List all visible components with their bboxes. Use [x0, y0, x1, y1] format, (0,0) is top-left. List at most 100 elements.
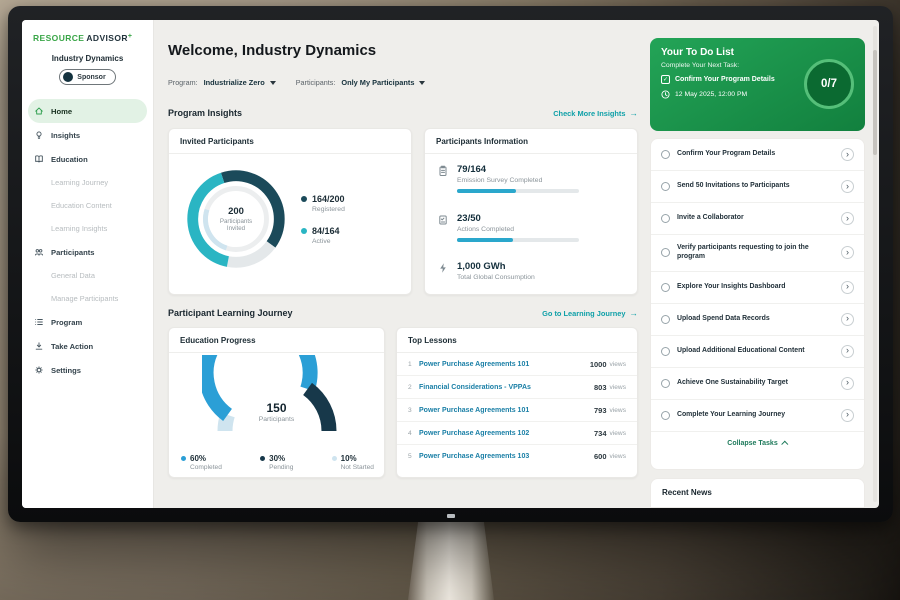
todo-title: Your To Do List: [661, 47, 795, 58]
sidebar-item-manage-participants[interactable]: Manage Participants: [22, 287, 153, 310]
collapse-tasks-button[interactable]: Collapse Tasks: [651, 432, 864, 455]
sidebar-item-home[interactable]: Home: [28, 99, 147, 123]
metric-label: Total Global Consumption: [457, 274, 535, 281]
task-chevron-button[interactable]: ›: [841, 246, 854, 259]
lesson-row[interactable]: 1 Power Purchase Agreements 101 1000 vie…: [397, 353, 637, 376]
task-chevron-button[interactable]: ›: [841, 281, 854, 294]
legend-completed: 60%Completed: [181, 454, 222, 471]
top-lessons-card: Top Lessons 1 Power Purchase Agreements …: [396, 327, 638, 478]
lesson-row[interactable]: 5 Power Purchase Agreements 103 600 view…: [397, 445, 637, 467]
task-chevron-button[interactable]: ›: [841, 180, 854, 193]
lesson-title-link[interactable]: Power Purchase Agreements 101: [419, 407, 594, 414]
sidebar-item-program[interactable]: Program: [22, 310, 153, 334]
gauge-center: 150 Participants: [202, 401, 352, 423]
lesson-title-link[interactable]: Power Purchase Agreements 103: [419, 453, 594, 460]
task-checkbox[interactable]: [661, 347, 670, 356]
task-checkbox[interactable]: [661, 182, 670, 191]
task-chevron-button[interactable]: ›: [841, 212, 854, 225]
sidebar-item-settings[interactable]: Settings: [22, 358, 153, 382]
legend-dot: [301, 228, 307, 234]
section-title: Program Insights: [168, 108, 242, 118]
logo-text-resource: RESOURCE: [33, 33, 84, 43]
task-checkbox[interactable]: [661, 248, 670, 257]
lesson-title-link[interactable]: Power Purchase Agreements 101: [419, 361, 590, 368]
task-chevron-button[interactable]: ›: [841, 148, 854, 161]
task-chevron-button[interactable]: ›: [841, 377, 854, 390]
people-icon: [34, 247, 44, 257]
task-row[interactable]: Complete Your Learning Journey ›: [651, 400, 864, 432]
gauge-center-label: Participants: [202, 416, 352, 423]
todo-progress-ring: 0/7: [804, 59, 854, 109]
task-row[interactable]: Explore Your Insights Dashboard ›: [651, 272, 864, 304]
sidebar-item-learning-insights[interactable]: Learning Insights: [22, 217, 153, 240]
sidebar-item-insights[interactable]: Insights: [22, 123, 153, 147]
sidebar-item-learning-journey[interactable]: Learning Journey: [22, 171, 153, 194]
legend-dot: [301, 196, 307, 202]
donut-center: 200 Participants Invited: [207, 190, 265, 248]
program-filter-dropdown[interactable]: Industrialize Zero: [204, 78, 276, 87]
check-more-insights-link[interactable]: Check More Insights→: [553, 108, 638, 118]
section-learning-journey: Participant Learning Journey Go to Learn…: [168, 308, 638, 318]
invited-donut-chart: 200 Participants Invited: [177, 160, 295, 278]
metric-label: Actions Completed: [457, 226, 579, 233]
sponsor-badge[interactable]: Sponsor: [59, 69, 115, 85]
lesson-row[interactable]: 3 Power Purchase Agreements 101 793 view…: [397, 399, 637, 422]
download-arrow-icon: [34, 341, 44, 351]
gear-icon: [34, 365, 44, 375]
metric-label: Emission Survey Completed: [457, 177, 579, 184]
info-card-body: 79/164 Emission Survey Completed 23/50 A…: [425, 154, 637, 293]
scrollbar[interactable]: [873, 26, 877, 502]
lesson-row[interactable]: 4 Power Purchase Agreements 102 734 view…: [397, 422, 637, 445]
scrollbar-thumb[interactable]: [873, 50, 877, 155]
sidebar-item-general-data[interactable]: General Data: [22, 264, 153, 287]
lesson-title-link[interactable]: Financial Considerations - VPPAs: [419, 384, 594, 391]
participants-filter-dropdown[interactable]: Only My Participants: [341, 78, 425, 87]
task-checkbox[interactable]: [661, 411, 670, 420]
task-row[interactable]: Upload Spend Data Records ›: [651, 304, 864, 336]
education-card-body: 150 Participants 60%Completed 30%Pending: [169, 355, 384, 478]
task-row[interactable]: Invite a Collaborator ›: [651, 203, 864, 235]
metric-value: 1,000 GWh: [457, 261, 535, 272]
sidebar-item-education-content[interactable]: Education Content: [22, 194, 153, 217]
checklist-icon: [437, 214, 449, 226]
donut-center-value: 200: [228, 206, 244, 217]
sponsor-icon: [63, 72, 73, 82]
task-checkbox[interactable]: [661, 315, 670, 324]
participants-filter-value: Only My Participants: [341, 78, 414, 87]
task-checkbox[interactable]: [661, 214, 670, 223]
participants-information-card: Participants Information 79/164 Emission…: [424, 128, 638, 295]
task-row[interactable]: Confirm Your Program Details ›: [651, 139, 864, 171]
task-row[interactable]: Upload Additional Educational Content ›: [651, 336, 864, 368]
task-chevron-button[interactable]: ›: [841, 345, 854, 358]
task-checkbox[interactable]: [661, 379, 670, 388]
sidebar-item-take-action[interactable]: Take Action: [22, 334, 153, 358]
invited-participants-card: Invited Participants 200 Participants In…: [168, 128, 412, 295]
sponsor-label: Sponsor: [77, 74, 105, 81]
education-legend: 60%Completed 30%Pending 10%Not Started: [181, 454, 374, 471]
card-title: Education Progress: [169, 328, 384, 353]
power-led: [447, 514, 455, 518]
sidebar-item-education[interactable]: Education: [22, 147, 153, 171]
task-checkbox[interactable]: [661, 283, 670, 292]
emission-survey-row: 79/164 Emission Survey Completed: [437, 164, 625, 193]
task-chevron-button[interactable]: ›: [841, 313, 854, 326]
lesson-title-link[interactable]: Power Purchase Agreements 102: [419, 430, 594, 437]
check-icon: ✓: [661, 75, 670, 84]
task-row[interactable]: Verify participants requesting to join t…: [651, 235, 864, 272]
lessons-list: 1 Power Purchase Agreements 101 1000 vie…: [397, 353, 637, 467]
task-checkbox[interactable]: [661, 150, 670, 159]
logo-text-advisor: ADVISOR: [86, 33, 128, 43]
task-chevron-button[interactable]: ›: [841, 409, 854, 422]
sidebar-item-participants[interactable]: Participants: [22, 240, 153, 264]
card-title: Participants Information: [425, 129, 637, 154]
sponsor-badge-wrap: Sponsor: [22, 69, 153, 85]
task-row[interactable]: Achieve One Sustainability Target ›: [651, 368, 864, 400]
filters-bar: Program: Industrialize Zero Participants…: [168, 78, 425, 87]
nav-label: Settings: [51, 366, 81, 375]
go-to-learning-journey-link[interactable]: Go to Learning Journey→: [542, 308, 638, 318]
todo-next-task-row[interactable]: ✓ Confirm Your Program Details: [661, 75, 795, 84]
section-title: Participant Learning Journey: [168, 308, 293, 318]
lesson-row[interactable]: 2 Financial Considerations - VPPAs 803 v…: [397, 376, 637, 399]
recent-news-card: Recent News: [650, 478, 865, 508]
task-row[interactable]: Send 50 Invitations to Participants ›: [651, 171, 864, 203]
